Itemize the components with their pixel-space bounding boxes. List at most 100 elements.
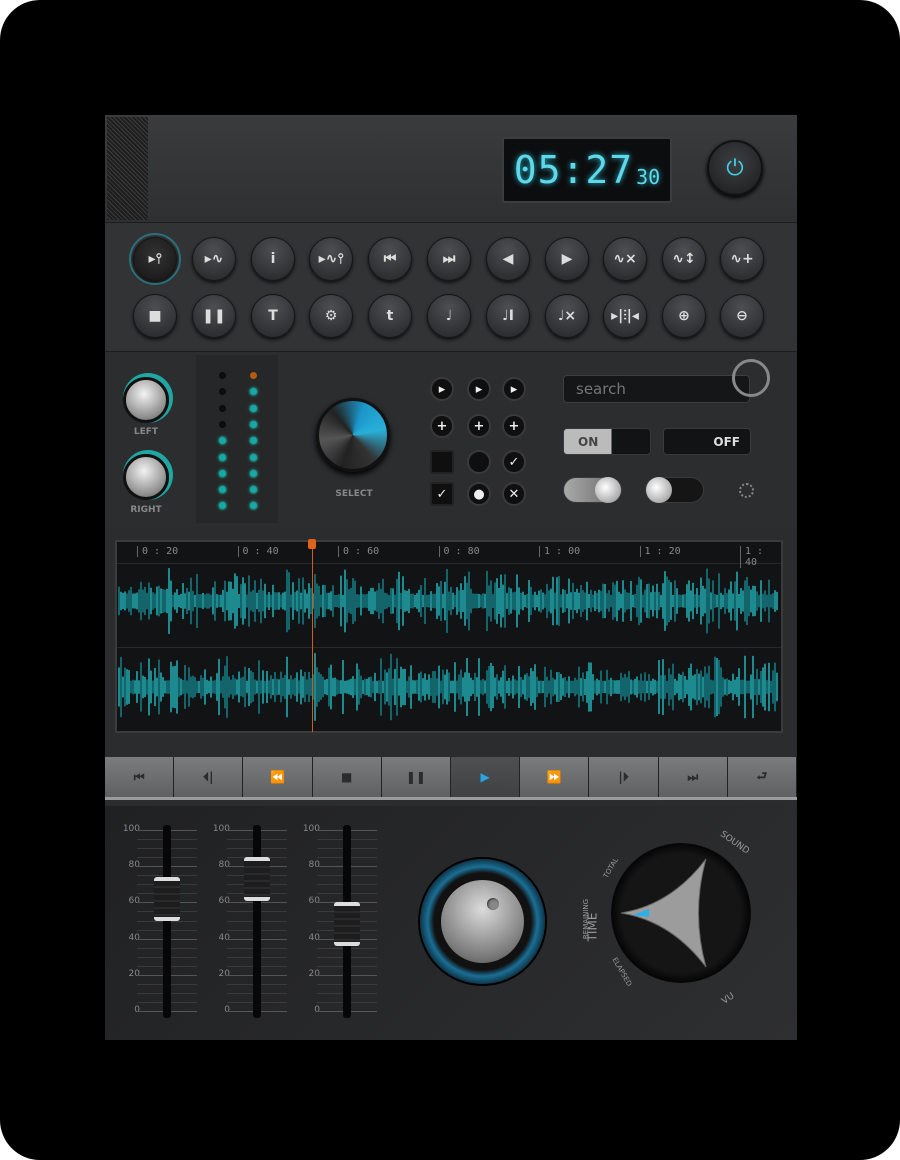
split-button[interactable]: ▸|⫶|◂: [603, 294, 647, 338]
stop-button[interactable]: ■: [133, 294, 177, 338]
text-button[interactable]: T: [251, 294, 295, 338]
on-toggle-label: ON: [578, 434, 599, 449]
playhead-handle[interactable]: [308, 539, 316, 549]
fader-track: [163, 825, 171, 1018]
play-button[interactable]: ▶: [451, 757, 521, 797]
next-button[interactable]: |⏵: [589, 757, 659, 797]
arrow-right-button[interactable]: ▶: [545, 237, 589, 281]
split-icon: ▸|⫶|◂: [611, 308, 639, 324]
rewind-start-button[interactable]: ⏮: [105, 757, 175, 797]
power-icon: ⏻: [726, 155, 744, 181]
play-small-button[interactable]: ▸: [430, 377, 454, 401]
plus-button[interactable]: +: [430, 414, 454, 438]
waveform-channels: [118, 568, 778, 721]
fader-scale-label: 40: [128, 932, 140, 943]
clock-seconds: 30: [636, 165, 661, 189]
pause-button[interactable]: ❚❚: [192, 294, 236, 338]
skip-end-button[interactable]: ⏭: [427, 237, 471, 281]
marker-insert-button[interactable]: ▸⫯: [129, 233, 181, 285]
switch-off[interactable]: [645, 477, 704, 503]
pause-button[interactable]: ❚❚: [382, 757, 452, 797]
timeline-tick: 0 : 80: [438, 546, 480, 557]
tempo-button[interactable]: t: [368, 294, 412, 338]
zoom-in-button[interactable]: ⊕: [662, 294, 706, 338]
fader-scale-label: 80: [128, 860, 140, 871]
zoom-out-button[interactable]: ⊖: [720, 294, 764, 338]
skip-end-icon: ⏭: [442, 251, 456, 267]
info-button[interactable]: i: [251, 237, 295, 281]
check-button[interactable]: ✓: [502, 450, 526, 474]
fader-scale-label: 20: [308, 968, 320, 979]
empty-toggle[interactable]: [467, 450, 491, 474]
marker-wave-button[interactable]: ▸∿: [192, 237, 236, 281]
right-knob[interactable]: [123, 454, 169, 500]
search-input[interactable]: [563, 375, 750, 403]
note-button[interactable]: ♩: [427, 294, 471, 338]
note-text-button[interactable]: ♩I: [486, 294, 530, 338]
fader-track: [253, 825, 261, 1018]
mode-dial[interactable]: [611, 843, 751, 983]
led-indicator: [250, 469, 257, 477]
note-icon: ♩: [445, 308, 453, 324]
fader-handle[interactable]: [334, 902, 360, 947]
arrow-right-icon: ▶: [561, 251, 573, 267]
stop-icon: ■: [341, 770, 353, 784]
fader-scale-label: 0: [224, 1005, 230, 1015]
fader-handle[interactable]: [244, 856, 270, 901]
marker-insert-icon: ▸⫯: [148, 251, 162, 267]
power-button[interactable]: ⏻: [707, 140, 763, 196]
playhead[interactable]: [312, 542, 313, 732]
previous-button[interactable]: ⏴|: [174, 757, 244, 797]
play-small-button[interactable]: ▸: [467, 377, 491, 401]
fader-scale-label: 80: [308, 860, 320, 871]
wave-resize-button[interactable]: ∿↕: [662, 237, 706, 281]
led-indicator: [250, 453, 257, 461]
marker-wave-pin-icon: ▸∿⫯: [318, 251, 344, 267]
fast-forward-button[interactable]: ⏩: [520, 757, 590, 797]
dial-remaining-label: REMAINING: [582, 898, 591, 940]
marker-wave-pin-button[interactable]: ▸∿⫯: [309, 237, 353, 281]
empty-toggle[interactable]: [430, 450, 454, 474]
note-remove-button[interactable]: ♩×: [545, 294, 589, 338]
play-small-button[interactable]: ▸: [502, 377, 526, 401]
tempo-icon: t: [386, 308, 394, 324]
repeat-button[interactable]: ⮐: [728, 757, 798, 797]
switch-on[interactable]: [563, 477, 622, 503]
note-text-icon: ♩I: [502, 308, 514, 324]
rewind-button[interactable]: ⏪: [243, 757, 313, 797]
skip-start-button[interactable]: ⏮: [368, 237, 412, 281]
on-toggle[interactable]: ON: [563, 428, 651, 455]
timeline-ruler: 0 : 20 0 : 40 0 : 60 0 : 80 1 : 00 1 : 20 1 : …: [117, 542, 781, 568]
info-icon: i: [270, 251, 276, 267]
fader-scale-label: 80: [218, 860, 230, 871]
play-icon: ▶: [480, 770, 490, 784]
stop-button[interactable]: ■: [313, 757, 382, 797]
fader-handle[interactable]: [154, 876, 180, 921]
led-indicator: [250, 420, 257, 428]
note-remove-icon: ♩×: [557, 308, 577, 324]
wave-resize-icon: ∿↕: [672, 251, 696, 267]
fader-scale-label: 40: [308, 932, 320, 943]
select-knob-label: SELECT: [335, 489, 373, 499]
transport-bar: ⏮ ⏴| ⏪ ■ ❚❚ ▶ ⏩ |⏵ ⏭ ⮐: [105, 757, 798, 800]
left-knob[interactable]: [123, 377, 169, 423]
wave-remove-button[interactable]: ∿×: [603, 237, 647, 281]
waveform-view[interactable]: 0 : 20 0 : 40 0 : 60 0 : 80 1 : 00 1 : 20 1 : …: [115, 539, 783, 733]
gear-icon: ⚙: [324, 308, 338, 324]
select-knob[interactable]: [316, 398, 390, 472]
check-button[interactable]: ✓: [430, 482, 454, 506]
plus-button[interactable]: +: [467, 414, 491, 438]
arrow-left-button[interactable]: ◀: [486, 237, 530, 281]
fader-scale-label: 100: [212, 824, 230, 834]
forward-end-button[interactable]: ⏭: [659, 757, 728, 797]
timeline-tick: 0 : 20: [137, 546, 178, 557]
led-indicator: [219, 420, 226, 428]
off-toggle[interactable]: OFF: [663, 428, 751, 455]
gear-button[interactable]: ⚙: [309, 294, 353, 338]
jog-wheel-knob[interactable]: [441, 880, 524, 963]
search-icon[interactable]: [732, 359, 770, 397]
wave-add-button[interactable]: ∿+: [720, 237, 764, 281]
close-button[interactable]: ✕: [502, 482, 526, 506]
plus-button[interactable]: +: [502, 414, 526, 438]
radio-button[interactable]: ●: [467, 482, 491, 506]
